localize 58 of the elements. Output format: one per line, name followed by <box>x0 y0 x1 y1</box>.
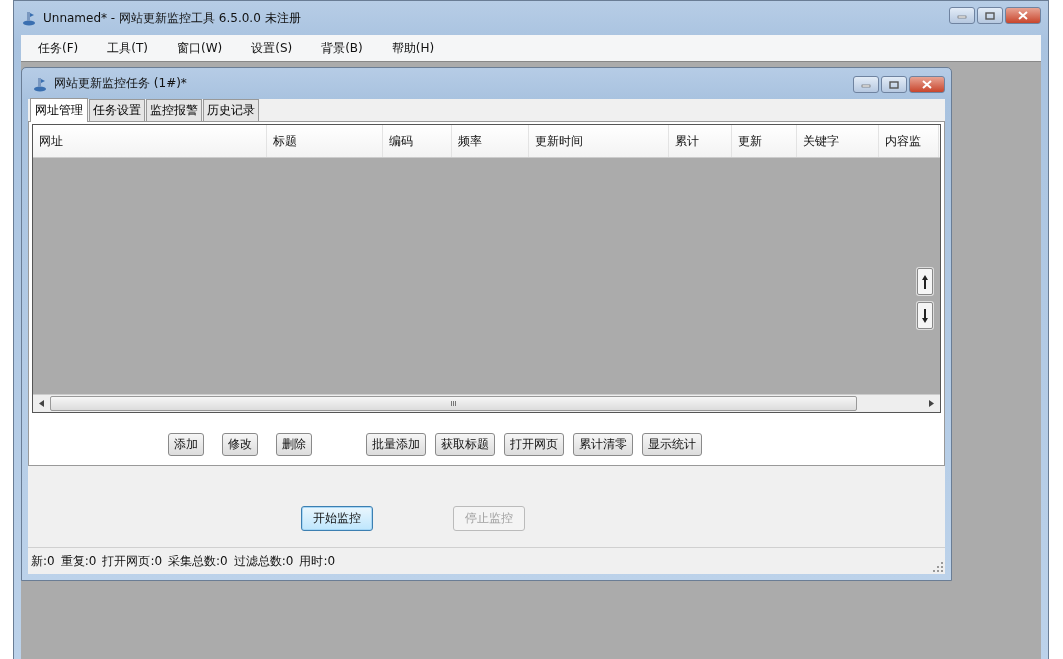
move-up-button[interactable] <box>917 268 933 295</box>
column-header[interactable]: 标题 <box>267 125 383 157</box>
tab[interactable]: 监控报警 <box>146 99 202 121</box>
menu-item[interactable]: 窗口(W) <box>169 39 233 57</box>
menu-item[interactable]: 设置(S) <box>244 39 303 57</box>
child-window-title: 网站更新监控任务 (1#)* <box>54 75 188 92</box>
up-arrow-icon <box>921 273 929 290</box>
maximize-icon <box>889 80 899 89</box>
minimize-icon <box>957 12 967 19</box>
column-header[interactable]: 关键字 <box>797 125 879 157</box>
status-text: 重复:0 <box>60 552 97 570</box>
status-text: 用时:0 <box>299 552 336 570</box>
column-header[interactable]: 累计 <box>669 125 732 157</box>
menu-item[interactable]: 工具(T) <box>100 39 158 57</box>
close-button[interactable] <box>1005 7 1041 24</box>
maximize-icon <box>985 11 995 20</box>
close-icon <box>922 80 932 89</box>
column-header[interactable]: 更新时间 <box>529 125 669 157</box>
column-header[interactable]: 更新 <box>732 125 797 157</box>
action-button[interactable]: 打开网页 <box>504 433 564 456</box>
column-header[interactable]: 网址 <box>33 125 267 157</box>
resize-grip-icon[interactable] <box>933 562 943 572</box>
menu-item[interactable]: 任务(F) <box>31 39 89 57</box>
maximize-button[interactable] <box>977 7 1003 24</box>
down-arrow-icon <box>921 307 929 324</box>
close-button[interactable] <box>909 76 945 93</box>
action-button[interactable]: 删除 <box>276 433 312 456</box>
left-arrow-icon <box>39 400 44 407</box>
minimize-button[interactable] <box>949 7 975 24</box>
minimize-button[interactable] <box>853 76 879 93</box>
start-button[interactable]: 开始监控 <box>301 506 373 531</box>
column-header[interactable]: 内容监 <box>879 125 939 157</box>
app-icon <box>21 10 37 26</box>
column-header[interactable]: 频率 <box>452 125 529 157</box>
close-icon <box>1018 11 1028 20</box>
action-button[interactable]: 累计清零 <box>573 433 633 456</box>
column-header[interactable]: 编码 <box>383 125 452 157</box>
app-icon <box>32 75 48 92</box>
minimize-icon <box>861 81 871 88</box>
menu-item[interactable]: 背景(B) <box>314 39 373 57</box>
window-title: Unnamed* - 网站更新监控工具 6.5.0.0 未注册 <box>43 9 302 27</box>
status-text: 采集总数:0 <box>168 552 228 570</box>
maximize-button[interactable] <box>881 76 907 93</box>
move-down-button[interactable] <box>917 302 933 329</box>
right-arrow-icon <box>929 400 934 407</box>
action-button[interactable]: 添加 <box>168 433 204 456</box>
status-text: 新:0 <box>31 552 55 570</box>
tab[interactable]: 网址管理 <box>30 98 88 122</box>
menu-item[interactable]: 帮助(H) <box>384 39 445 57</box>
status-text: 过滤总数:0 <box>233 552 294 570</box>
tab[interactable]: 任务设置 <box>89 99 145 121</box>
action-button[interactable]: 修改 <box>222 433 258 456</box>
action-button[interactable]: 显示统计 <box>642 433 702 456</box>
scrollbar-thumb[interactable] <box>50 396 857 411</box>
status-text: 打开网页:0 <box>102 552 163 570</box>
action-button[interactable]: 获取标题 <box>435 433 495 456</box>
tab[interactable]: 历史记录 <box>203 99 259 121</box>
action-button[interactable]: 批量添加 <box>366 433 426 456</box>
